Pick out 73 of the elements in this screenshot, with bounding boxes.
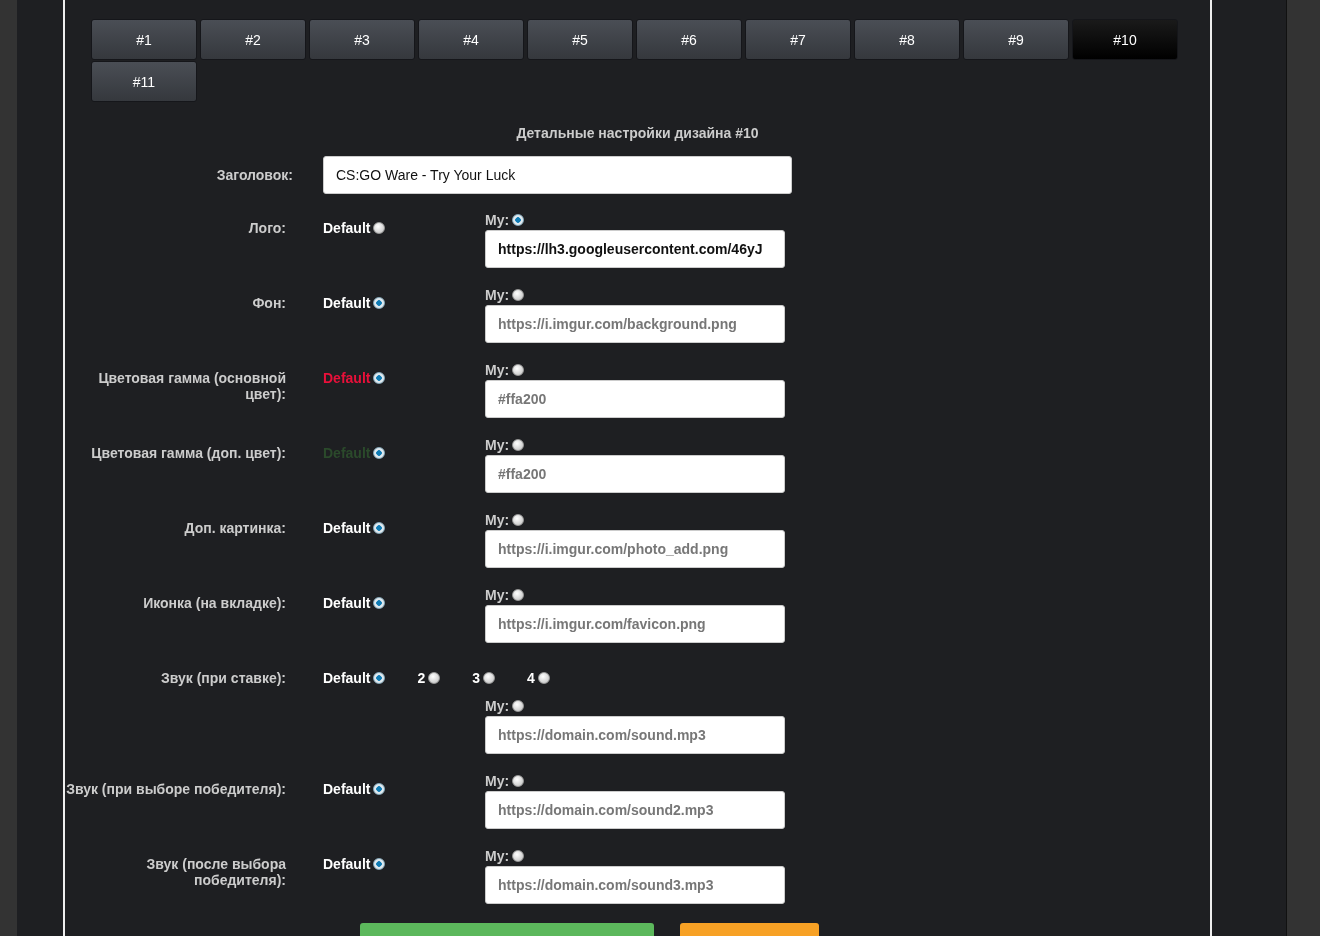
custom-option-label: My: bbox=[485, 362, 510, 378]
radio-button[interactable] bbox=[512, 589, 525, 601]
radio-button[interactable] bbox=[373, 597, 386, 609]
design-tab[interactable]: #9 bbox=[963, 19, 1069, 60]
custom-option-label: My: bbox=[485, 587, 510, 603]
field-label: Фон: bbox=[251, 294, 287, 313]
title-field[interactable]: CS:GO Ware - Try Your Luck bbox=[323, 156, 792, 194]
radio-button[interactable] bbox=[512, 514, 525, 526]
url-field[interactable]: https://i.imgur.com/favicon.png bbox=[485, 605, 785, 643]
radio-button[interactable] bbox=[373, 372, 386, 384]
url-field[interactable]: #ffa200 bbox=[485, 380, 785, 418]
default-option-label: Default bbox=[323, 295, 371, 311]
default-option-label: Default bbox=[323, 220, 371, 236]
design-tab[interactable]: #8 bbox=[854, 19, 960, 60]
default-option-label: Default bbox=[323, 670, 371, 686]
field-label: Иконка (на вкладке): bbox=[142, 594, 287, 613]
default-option-label: Default bbox=[323, 595, 371, 611]
radio-button[interactable] bbox=[373, 672, 386, 684]
radio-button[interactable] bbox=[512, 850, 525, 862]
radio-button[interactable] bbox=[373, 297, 386, 309]
design-tab[interactable]: #4 bbox=[418, 19, 524, 60]
design-tab[interactable]: #2 bbox=[200, 19, 306, 60]
radio-button[interactable] bbox=[512, 214, 525, 226]
radio-button[interactable] bbox=[483, 672, 496, 684]
field-label: Заголовок: bbox=[215, 166, 294, 185]
design-tab[interactable]: #5 bbox=[527, 19, 633, 60]
url-field[interactable]: https://domain.com/sound2.mp3 bbox=[485, 791, 785, 829]
radio-button[interactable] bbox=[428, 672, 441, 684]
design-tab[interactable]: #3 bbox=[309, 19, 415, 60]
url-field[interactable]: https://domain.com/sound3.mp3 bbox=[485, 866, 785, 904]
radio-button[interactable] bbox=[512, 364, 525, 376]
custom-option-label: My: bbox=[485, 698, 510, 714]
radio-button[interactable] bbox=[512, 700, 525, 712]
custom-option-label: My: bbox=[485, 437, 510, 453]
field-label: Звук (после выбора победителя): bbox=[145, 855, 287, 890]
url-field[interactable]: https://i.imgur.com/photo_add.png bbox=[485, 530, 785, 568]
option-label: 3 bbox=[472, 670, 481, 686]
default-option-label: Default bbox=[323, 781, 371, 797]
field-label: Звук (при ставке): bbox=[159, 669, 287, 688]
radio-button[interactable] bbox=[512, 439, 525, 451]
section-heading: Детальные настройки дизайна #10 bbox=[515, 125, 760, 141]
custom-option-label: My: bbox=[485, 212, 510, 228]
radio-button[interactable] bbox=[373, 783, 386, 795]
radio-button[interactable] bbox=[373, 447, 386, 459]
field-label: Лого: bbox=[247, 219, 287, 238]
custom-option-label: My: bbox=[485, 773, 510, 789]
field-label: Звук (при выборе победителя): bbox=[65, 780, 287, 799]
radio-button[interactable] bbox=[373, 858, 386, 870]
option-label: 2 bbox=[417, 670, 426, 686]
option-label: 4 bbox=[527, 670, 535, 686]
design-tab[interactable]: #7 bbox=[745, 19, 851, 60]
radio-button[interactable] bbox=[373, 522, 386, 534]
radio-button[interactable] bbox=[537, 672, 550, 684]
custom-option-label: My: bbox=[485, 848, 510, 864]
radio-button[interactable] bbox=[512, 775, 525, 787]
custom-option-label: My: bbox=[485, 287, 510, 303]
url-field[interactable]: https://lh3.googleusercontent.com/46yJ bbox=[485, 230, 785, 268]
design-tab[interactable]: #11 bbox=[91, 61, 197, 102]
default-option-label: Default bbox=[323, 370, 371, 386]
design-tab[interactable]: #10 bbox=[1072, 19, 1178, 60]
url-field[interactable]: https://domain.com/sound.mp3 bbox=[485, 716, 785, 754]
url-field[interactable]: #ffa200 bbox=[485, 455, 785, 493]
radio-button[interactable] bbox=[512, 289, 525, 301]
radio-button[interactable] bbox=[373, 222, 386, 234]
custom-option-label: My: bbox=[485, 512, 510, 528]
default-option-label: Default bbox=[323, 520, 371, 536]
design-tab[interactable]: #1 bbox=[91, 19, 197, 60]
default-option-label: Default bbox=[323, 856, 371, 872]
field-label: Цветовая гамма (доп. цвет): bbox=[90, 444, 287, 463]
field-label: Доп. картинка: bbox=[183, 519, 287, 538]
design-tab[interactable]: #6 bbox=[636, 19, 742, 60]
url-field[interactable]: https://i.imgur.com/background.png bbox=[485, 305, 785, 343]
field-label: Цветовая гамма (основной цвет): bbox=[97, 369, 287, 404]
